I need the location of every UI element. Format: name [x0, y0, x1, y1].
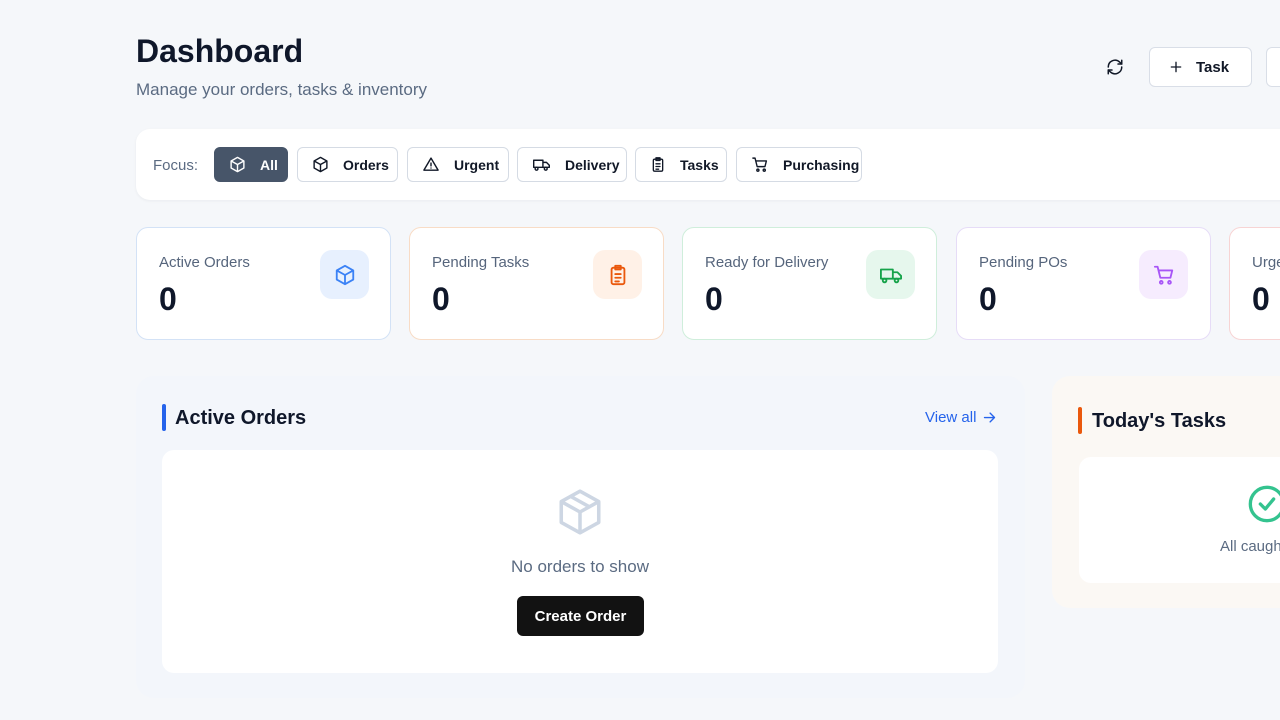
focus-filter-bar: Focus: All Orders Urgent Delivery Tasks …	[136, 129, 1280, 200]
focus-chip-tasks[interactable]: Tasks	[635, 147, 727, 182]
tasks-empty-state: All caugh	[1079, 457, 1280, 583]
header-action-button[interactable]	[1266, 47, 1280, 87]
check-circle-icon	[1248, 485, 1280, 523]
stat-card-active-orders[interactable]: Active Orders 0	[136, 227, 391, 340]
orders-empty-state: No orders to show Create Order	[162, 450, 998, 673]
stat-value: 0	[979, 281, 997, 317]
focus-label: Focus:	[153, 157, 199, 174]
stat-card-ready-for-delivery[interactable]: Ready for Delivery 0	[682, 227, 937, 340]
focus-chip-all[interactable]: All	[214, 147, 288, 182]
create-order-button[interactable]: Create Order	[517, 596, 644, 636]
add-task-label: Task	[1196, 58, 1230, 76]
stat-value: 0	[432, 281, 450, 317]
stat-card-pending-tasks[interactable]: Pending Tasks 0	[409, 227, 664, 340]
focus-chip-label: Tasks	[680, 156, 719, 173]
plus-icon	[1170, 61, 1182, 73]
box-icon	[313, 156, 328, 173]
focus-chip-urgent[interactable]: Urgent	[407, 147, 509, 182]
page-subtitle: Manage your orders, tasks & inventory	[136, 80, 428, 99]
add-task-button[interactable]: Task	[1149, 47, 1252, 87]
stat-icon-box	[866, 250, 915, 299]
empty-state-text: No orders to show	[511, 557, 649, 576]
cart-icon	[1153, 265, 1173, 285]
focus-chip-label: All	[260, 156, 278, 173]
todays-tasks-panel: Today's Tasks All caugh	[1052, 376, 1280, 608]
panel-accent-bar	[162, 404, 166, 431]
focus-chip-label: Orders	[343, 156, 389, 173]
focus-chip-purchasing[interactable]: Purchasing	[736, 147, 862, 182]
view-all-link[interactable]: View all	[925, 409, 997, 426]
stat-value: 0	[159, 281, 177, 317]
panel-title: Today's Tasks	[1092, 410, 1227, 432]
stat-label: Active Orders	[159, 254, 250, 271]
page-title: Dashboard	[136, 33, 304, 69]
stat-value: 0	[1252, 281, 1270, 317]
focus-chip-label: Delivery	[565, 156, 620, 173]
box-icon	[335, 264, 354, 285]
active-orders-panel: Active Orders View all No orders to show…	[136, 376, 1025, 698]
stat-card-pending-pos[interactable]: Pending POs 0	[956, 227, 1211, 340]
stat-icon-box	[320, 250, 369, 299]
panel-title: Active Orders	[175, 407, 307, 429]
focus-chip-label: Purchasing	[783, 156, 860, 173]
arrow-right-icon	[984, 412, 996, 423]
focus-chip-orders[interactable]: Orders	[297, 147, 398, 182]
box-icon	[559, 489, 601, 535]
refresh-button[interactable]	[1100, 52, 1130, 82]
truck-icon	[532, 159, 550, 171]
clipboard-icon	[652, 157, 664, 172]
view-all-label: View all	[925, 409, 977, 426]
stat-label: Pending Tasks	[432, 254, 530, 271]
refresh-icon	[1107, 59, 1123, 75]
stat-label: Ready for Delivery	[705, 254, 829, 271]
box-icon	[230, 156, 245, 173]
stat-icon-box	[593, 250, 642, 299]
panel-accent-bar	[1078, 407, 1082, 434]
warning-icon	[423, 157, 439, 171]
focus-chip-label: Urgent	[454, 156, 500, 173]
stat-icon-box	[1139, 250, 1188, 299]
truck-icon	[879, 268, 902, 283]
clipboard-icon	[610, 264, 625, 285]
focus-chip-delivery[interactable]: Delivery	[517, 147, 627, 182]
empty-state-text: All caugh	[1220, 538, 1280, 555]
cart-icon	[752, 157, 768, 172]
stat-value: 0	[705, 281, 723, 317]
stat-label: Urge	[1252, 254, 1280, 271]
stat-card-urgent[interactable]: Urge 0	[1229, 227, 1280, 340]
stat-label: Pending POs	[979, 254, 1068, 271]
dashboard-page: Dashboard Manage your orders, tasks & in…	[0, 0, 1280, 720]
